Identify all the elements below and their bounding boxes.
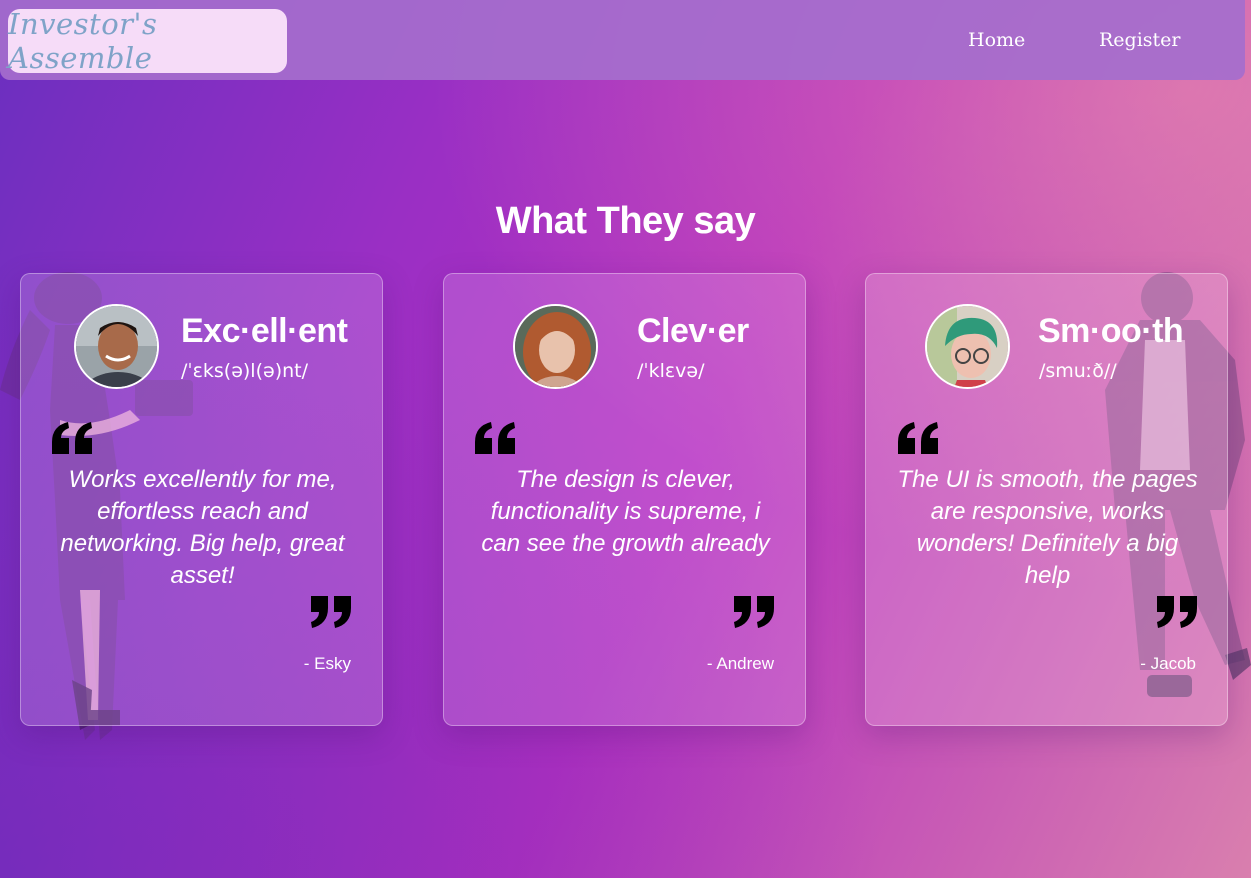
navbar: Investor's Assemble Home Register <box>0 0 1245 80</box>
avatar <box>513 304 598 389</box>
close-quote-icon <box>734 596 774 628</box>
testimonial-card: Exc·ell·ent /ˈɛks(ə)l(ə)nt/ Works excell… <box>20 273 383 726</box>
open-quote-icon <box>52 422 92 454</box>
avatar <box>925 304 1010 389</box>
testimonial-author: - Andrew <box>706 654 774 673</box>
logo[interactable]: Investor's Assemble <box>8 7 287 75</box>
testimonial-quote: The UI is smooth, the pages are responsi… <box>897 466 1198 589</box>
testimonial-phonetic: /ˈɛks(ə)l(ə)nt/ <box>181 360 308 382</box>
section-title: What They say <box>495 200 756 242</box>
avatar-man-icon <box>76 306 157 387</box>
close-quote-icon <box>311 596 351 628</box>
avatar-woman-icon <box>515 306 596 387</box>
open-quote-icon <box>475 422 515 454</box>
testimonial-quote: Works excellently for me, effortless rea… <box>60 466 345 589</box>
testimonial-word: Clev·er <box>637 312 749 350</box>
nav-home-link[interactable]: Home <box>968 29 1025 51</box>
nav-register-link[interactable]: Register <box>1099 29 1181 51</box>
testimonial-word: Exc·ell·ent <box>181 312 348 350</box>
testimonial-quote: The design is clever, functionality is s… <box>481 466 770 557</box>
avatar-person-icon <box>927 306 1008 387</box>
testimonial-card: Clev·er /ˈklɛvə/ The design is clever, f… <box>443 273 806 726</box>
testimonial-author: - Esky <box>303 654 351 673</box>
testimonial-author: - Jacob <box>1140 654 1196 673</box>
avatar <box>74 304 159 389</box>
testimonial-phonetic: /ˈklɛvə/ <box>637 360 705 382</box>
testimonial-word: Sm·oo·th <box>1038 312 1184 350</box>
logo-text: Investor's Assemble <box>8 7 158 75</box>
testimonial-phonetic: /smuːð// <box>1039 360 1117 382</box>
testimonial-card: Sm·oo·th /smuːð// The UI is smooth, the … <box>865 273 1228 726</box>
close-quote-icon <box>1157 596 1197 628</box>
open-quote-icon <box>898 422 938 454</box>
